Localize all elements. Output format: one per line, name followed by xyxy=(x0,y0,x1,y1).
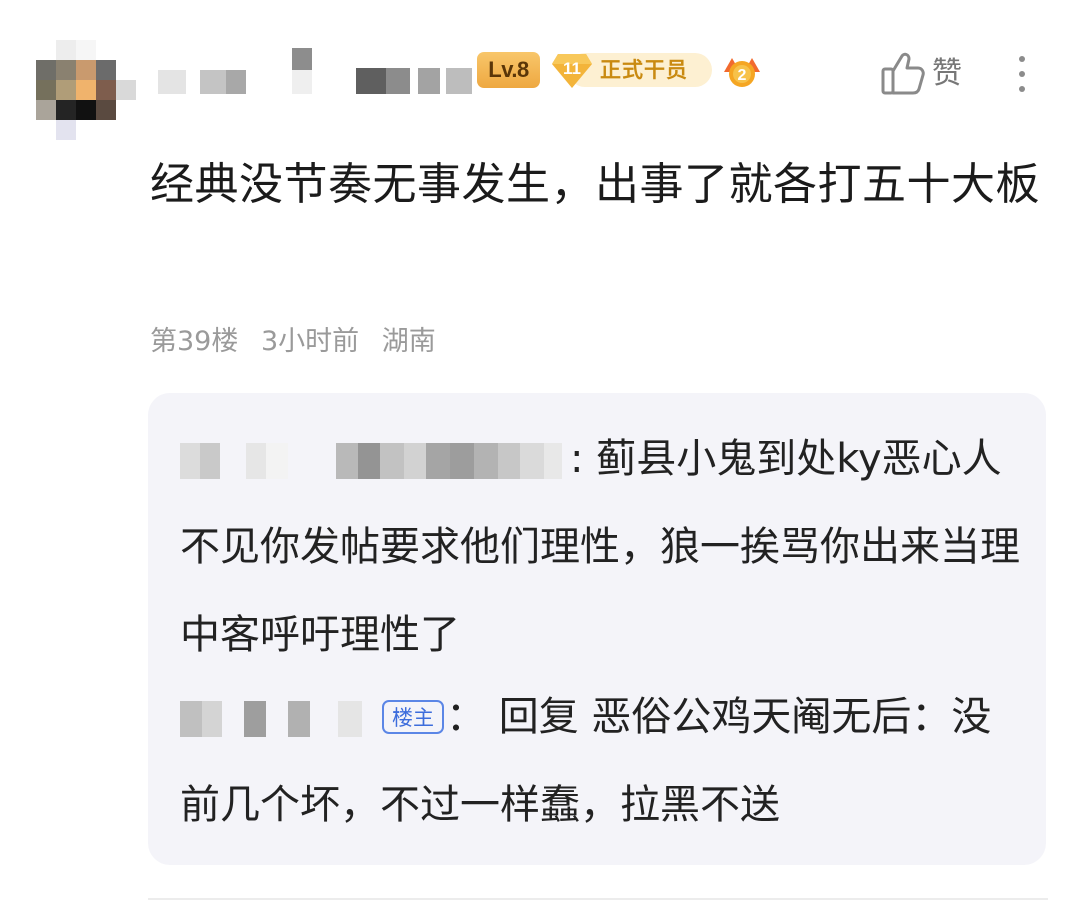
comment-text: 经典没节奏无事发生，出事了就各打五十大板 xyxy=(150,159,1040,210)
title-badge-number: 11 xyxy=(563,59,581,78)
comment-meta: 第39楼 3小时前 湖南 xyxy=(150,322,450,362)
thumbs-up-icon xyxy=(881,52,925,95)
title-badge[interactable]: 11 正式干员 xyxy=(550,50,714,90)
replies-container[interactable]: : 蓟县小鬼到处ky恶心人不见你发帖要求他们理性，狼一挨骂你出来当理中客呼吁理性… xyxy=(148,393,1046,865)
reply-separator: : xyxy=(570,436,584,482)
more-options-button[interactable] xyxy=(1002,50,1042,98)
post-time: 3小时前 xyxy=(260,326,360,357)
reply-author-blurred[interactable] xyxy=(180,695,376,743)
title-badge-label: 正式干员 xyxy=(600,58,688,82)
medal-shape: 2 xyxy=(724,58,760,87)
username-blurred[interactable] xyxy=(150,48,480,98)
vertical-ellipsis-icon xyxy=(1019,56,1025,62)
reply-separator: ： xyxy=(446,694,486,740)
reply-item[interactable]: 楼主： 回复 恶俗公鸡天阉无后：没前几个坏，不过一样蠢，拉黑不送 xyxy=(180,673,1030,849)
reply-author-blurred[interactable] xyxy=(180,437,570,485)
reply-item[interactable]: : 蓟县小鬼到处ky恶心人不见你发帖要求他们理性，狼一挨骂你出来当理中客呼吁理性… xyxy=(180,415,1030,679)
level-badge[interactable]: Lv.8 xyxy=(477,52,540,88)
section-divider xyxy=(148,898,1048,900)
avatar[interactable] xyxy=(36,40,136,140)
like-button[interactable]: 赞 xyxy=(876,50,976,98)
medal-icon[interactable]: 2 xyxy=(720,50,764,90)
floor-number: 第39楼 xyxy=(150,326,239,357)
op-tag: 楼主 xyxy=(382,700,444,734)
like-label: 赞 xyxy=(932,56,962,91)
post-location: 湖南 xyxy=(381,326,436,357)
medal-number: 2 xyxy=(738,67,747,84)
